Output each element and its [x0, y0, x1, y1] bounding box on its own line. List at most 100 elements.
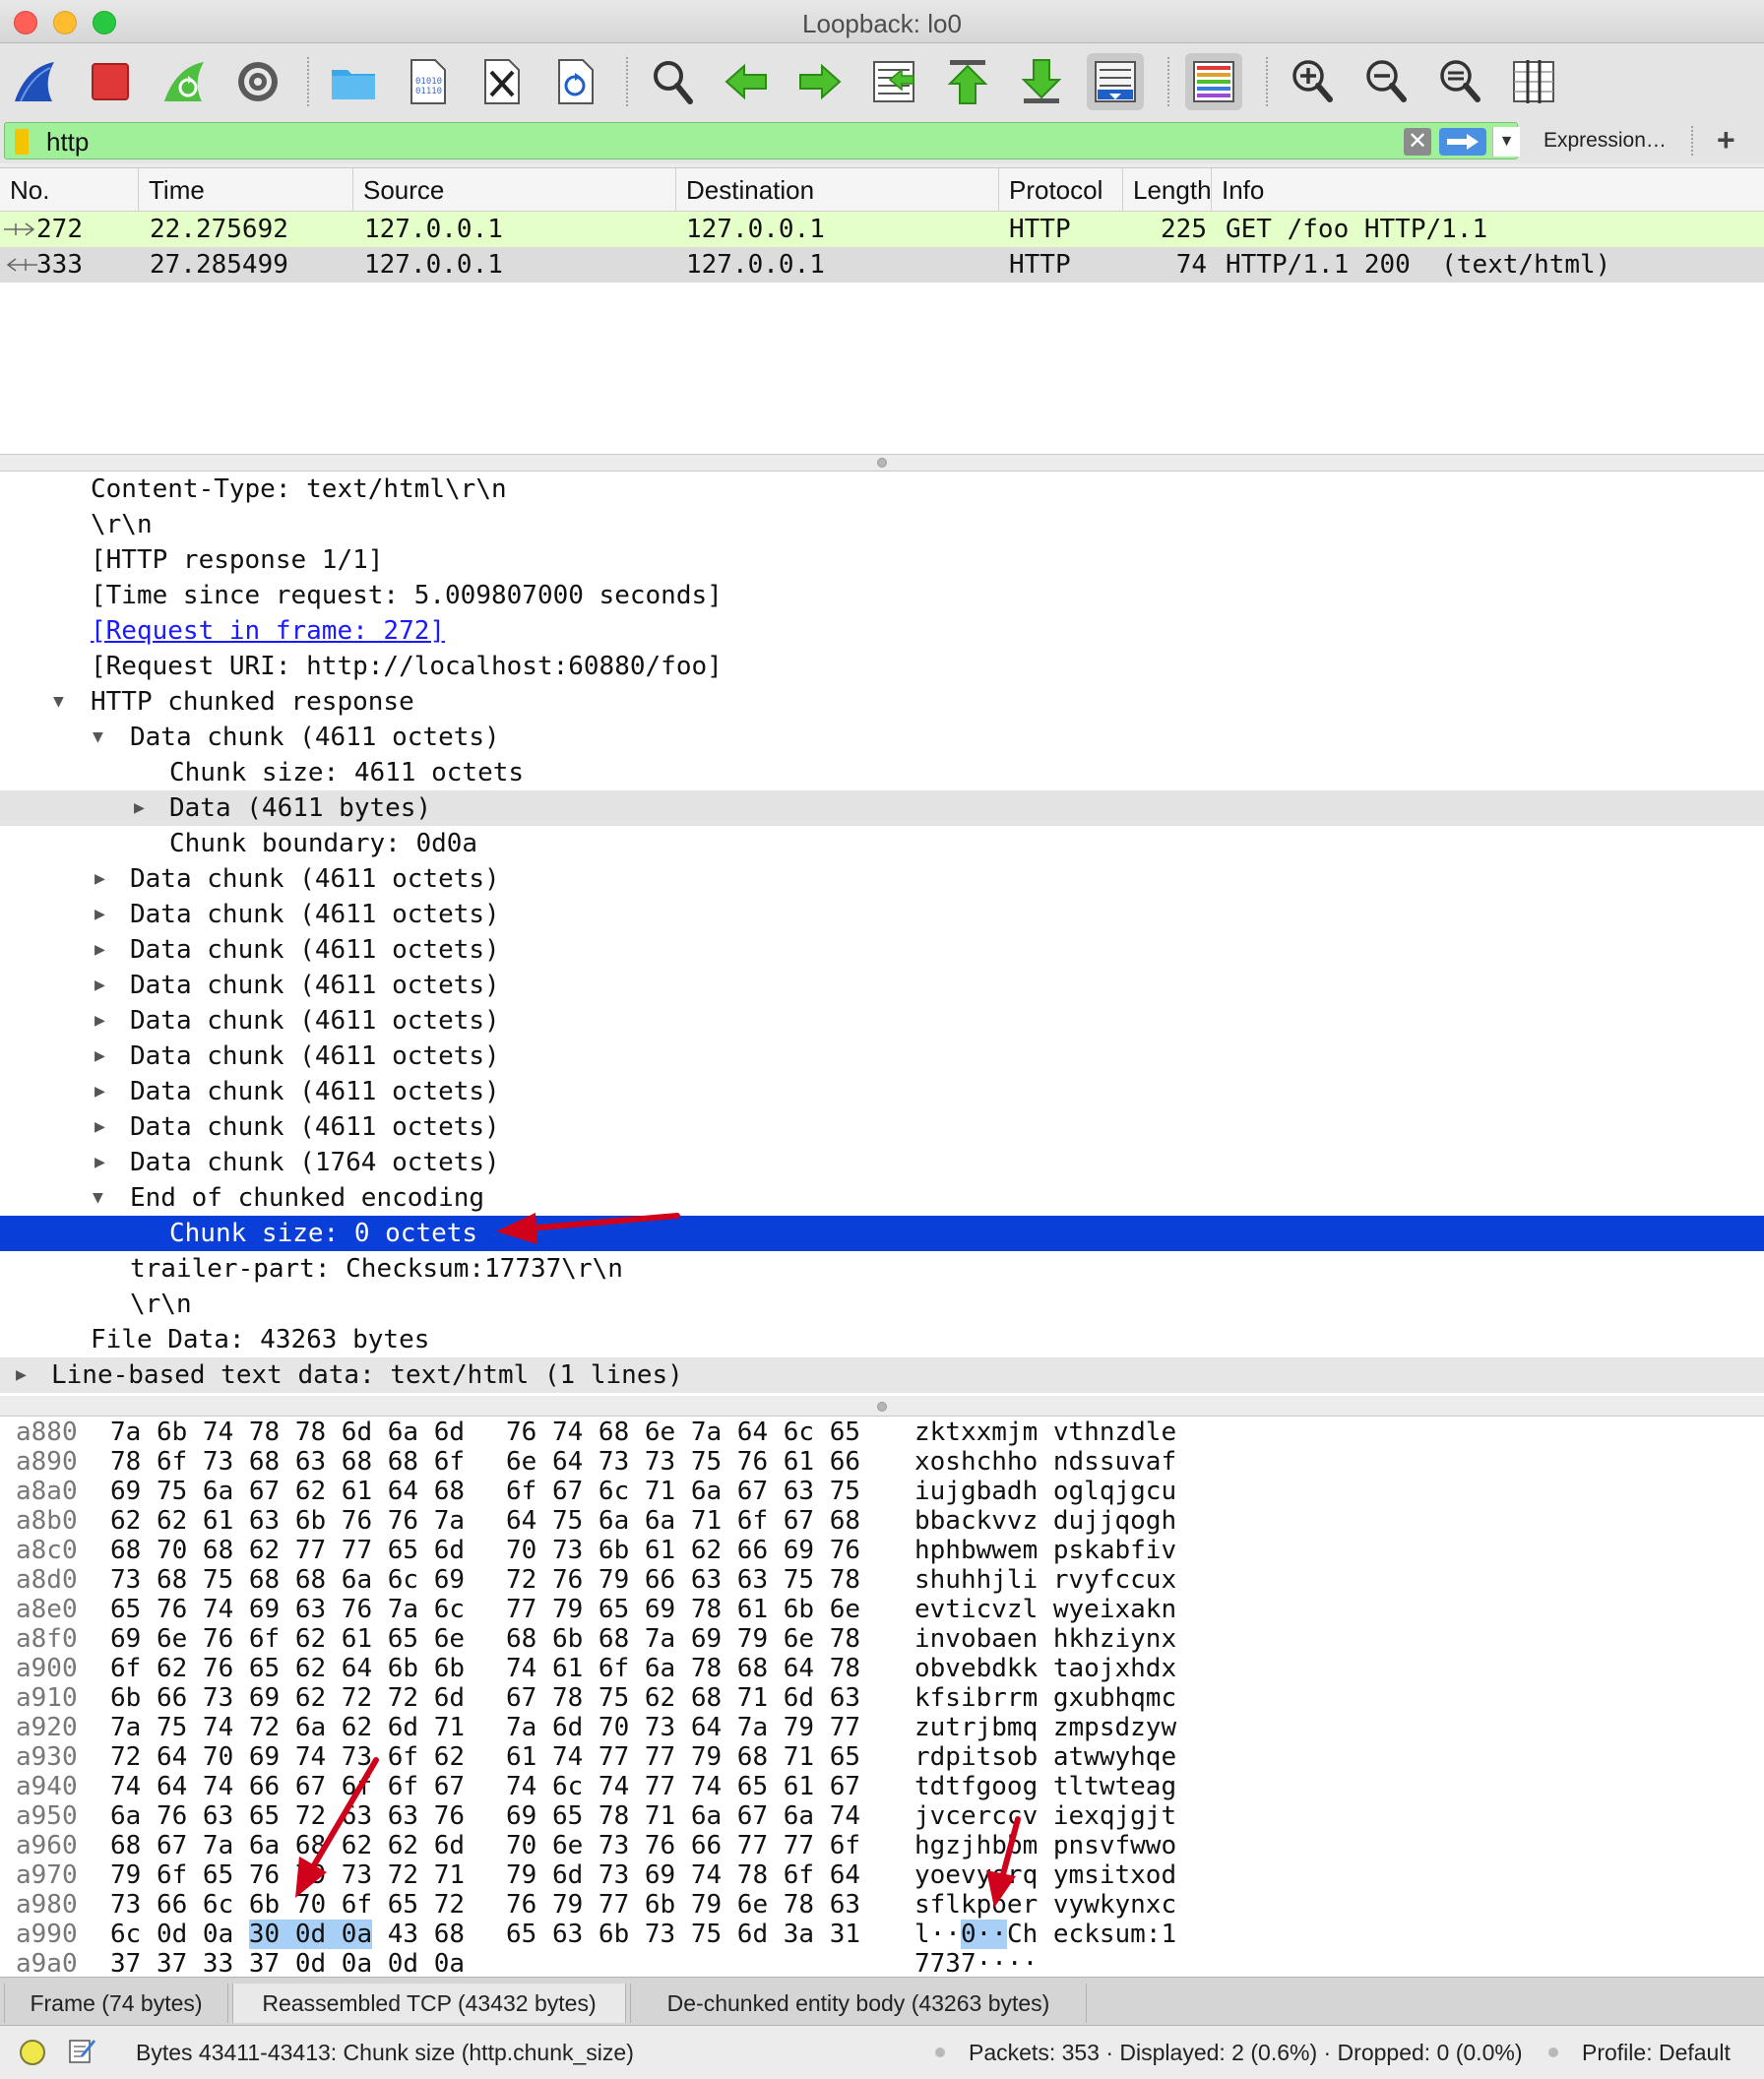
tree-item-data-chunk[interactable]: ▶ Data chunk (4611 octets) — [0, 1074, 1764, 1109]
tree-item[interactable]: [Time since request: 5.009807000 seconds… — [0, 578, 1764, 613]
display-filter-text[interactable]: http — [46, 127, 89, 158]
zoom-in-icon[interactable] — [1284, 53, 1341, 110]
column-header-length[interactable]: Length — [1123, 168, 1212, 212]
collapsed-arrow-icon[interactable]: ▶ — [134, 790, 145, 826]
clear-filter-icon[interactable]: ✕ — [1404, 128, 1431, 156]
zoom-out-icon[interactable] — [1357, 53, 1415, 110]
tab-frame[interactable]: Frame (74 bytes) — [4, 1984, 228, 2023]
hex-row[interactable]: a980 73 66 6c 6b 70 6f 65 72 76 79 77 6b 7… — [0, 1890, 1764, 1920]
collapsed-arrow-icon[interactable]: ▶ — [94, 932, 105, 968]
tree-item[interactable]: \r\n — [0, 1287, 1764, 1322]
collapsed-arrow-icon[interactable]: ▶ — [94, 1074, 105, 1109]
tab-dechunked-body[interactable]: De-chunked entity body (43263 bytes) — [630, 1984, 1087, 2023]
reload-file-icon[interactable] — [546, 53, 603, 110]
profile-status[interactable]: Profile: Default — [1582, 2040, 1731, 2066]
tree-item-selected-chunk-size[interactable]: Chunk size: 0 octets — [0, 1216, 1764, 1251]
tree-item[interactable]: [Request URI: http://localhost:60880/foo… — [0, 649, 1764, 684]
capture-options-icon[interactable] — [229, 53, 286, 110]
colorize-icon[interactable] — [1185, 53, 1242, 110]
selected-hex-bytes[interactable]: 30 0d 0a — [248, 1920, 373, 1949]
tree-item-data-chunk[interactable]: ▶ Data chunk (4611 octets) — [0, 897, 1764, 932]
expression-button[interactable]: Expression… — [1544, 129, 1667, 153]
collapsed-arrow-icon[interactable]: ▶ — [94, 1109, 105, 1145]
zoom-reset-icon[interactable] — [1431, 53, 1488, 110]
tree-item[interactable]: [HTTP response 1/1] — [0, 542, 1764, 578]
hex-row[interactable]: a9a0 37 37 33 37 0d 0a 0d 0a 7737···· — [0, 1949, 1764, 1977]
column-header-time[interactable]: Time — [139, 168, 353, 212]
pane-splitter-handle[interactable] — [877, 1402, 887, 1412]
auto-scroll-icon[interactable] — [1087, 53, 1144, 110]
expanded-arrow-icon[interactable]: ▼ — [53, 684, 64, 720]
hex-row[interactable]: a970 79 6f 65 76 79 73 72 71 79 6d 73 69 7… — [0, 1860, 1764, 1890]
tree-item[interactable]: Content-Type: text/html\r\n — [0, 472, 1764, 507]
expert-info-led-icon[interactable] — [20, 2040, 45, 2065]
tab-reassembled-tcp[interactable]: Reassembled TCP (43432 bytes) — [232, 1984, 626, 2023]
hex-row[interactable]: a8b0 62 62 61 63 6b 76 76 7a 64 75 6a 6a 7… — [0, 1506, 1764, 1536]
go-to-packet-icon[interactable] — [865, 53, 922, 110]
tree-item[interactable]: \r\n — [0, 507, 1764, 542]
tree-item-data-chunk[interactable]: ▶ Data chunk (4611 octets) — [0, 861, 1764, 897]
go-last-icon[interactable] — [1013, 53, 1070, 110]
go-first-icon[interactable] — [939, 53, 996, 110]
collapsed-arrow-icon[interactable]: ▶ — [94, 897, 105, 932]
hex-row[interactable]: a940 74 64 74 66 67 6f 6f 67 74 6c 74 77 7… — [0, 1772, 1764, 1801]
display-filter-input[interactable]: http ✕ ▼ — [4, 122, 1520, 159]
hex-row[interactable]: a8d0 73 68 75 68 68 6a 6c 69 72 76 79 66 6… — [0, 1565, 1764, 1595]
hex-row[interactable]: a8f0 69 6e 76 6f 62 61 65 6e 68 6b 68 7a 6… — [0, 1624, 1764, 1654]
hex-row[interactable]: a8a0 69 75 6a 67 62 61 64 68 6f 67 6c 71 6… — [0, 1477, 1764, 1506]
selected-ascii-bytes[interactable]: 0·· — [960, 1920, 1007, 1949]
resize-columns-icon[interactable] — [1505, 53, 1562, 110]
collapsed-arrow-icon[interactable]: ▶ — [16, 1357, 27, 1393]
go-back-icon[interactable] — [718, 53, 775, 110]
hex-row[interactable]: a910 6b 66 73 69 62 72 72 6d 67 78 75 62 6… — [0, 1683, 1764, 1713]
column-header-info[interactable]: Info — [1212, 168, 1764, 212]
hex-row[interactable]: a8e0 65 76 74 69 63 76 7a 6c 77 79 65 69 7… — [0, 1595, 1764, 1624]
collapsed-arrow-icon[interactable]: ▶ — [94, 1003, 105, 1039]
hex-row[interactable]: a930 72 64 70 69 74 73 6f 62 61 74 77 77 7… — [0, 1742, 1764, 1772]
collapsed-arrow-icon[interactable]: ▶ — [94, 861, 105, 897]
save-file-icon[interactable]: 01010 01110 — [399, 53, 456, 110]
go-forward-icon[interactable] — [791, 53, 849, 110]
expanded-arrow-icon[interactable]: ▼ — [93, 720, 103, 755]
collapsed-arrow-icon[interactable]: ▶ — [94, 1145, 105, 1180]
request-in-frame-link[interactable]: [Request in frame: 272] — [0, 613, 1764, 649]
column-header-no[interactable]: No. — [0, 168, 139, 212]
column-header-protocol[interactable]: Protocol — [999, 168, 1123, 212]
packet-row[interactable]: 333 27.285499 127.0.0.1 127.0.0.1 HTTP 7… — [0, 247, 1764, 283]
column-header-source[interactable]: Source — [353, 168, 676, 212]
close-file-icon[interactable] — [472, 53, 530, 110]
collapsed-arrow-icon[interactable]: ▶ — [94, 968, 105, 1003]
tree-item-data-chunk[interactable]: ▶ Data chunk (4611 octets) — [0, 932, 1764, 968]
tree-item[interactable]: trailer-part: Checksum:17737\r\n — [0, 1251, 1764, 1287]
bookmark-icon[interactable] — [15, 129, 29, 155]
filter-history-dropdown-icon[interactable]: ▼ — [1492, 127, 1520, 157]
tree-item[interactable]: Chunk size: 4611 octets — [0, 755, 1764, 790]
hex-row[interactable]: a960 68 67 7a 6a 68 62 62 6d 70 6e 73 76 6… — [0, 1831, 1764, 1860]
collapsed-arrow-icon[interactable]: ▶ — [94, 1039, 105, 1074]
open-file-icon[interactable] — [325, 53, 382, 110]
hex-row[interactable]: a950 6a 76 63 65 72 63 63 76 69 65 78 71 6… — [0, 1801, 1764, 1831]
tree-item-data[interactable]: ▶ Data (4611 bytes) — [0, 790, 1764, 826]
shark-fin-start-icon[interactable] — [8, 53, 65, 110]
expanded-arrow-icon[interactable]: ▼ — [93, 1180, 103, 1216]
apply-filter-icon[interactable] — [1439, 128, 1486, 156]
pane-splitter-handle[interactable] — [877, 458, 887, 468]
tree-item-data-chunk[interactable]: ▶ Data chunk (4611 octets) — [0, 1109, 1764, 1145]
tree-item-data-chunk[interactable]: ▼ Data chunk (4611 octets) — [0, 720, 1764, 755]
hex-row[interactable]: a920 7a 75 74 72 6a 62 6d 71 7a 6d 70 73 6… — [0, 1713, 1764, 1742]
tree-item-data-chunk[interactable]: ▶ Data chunk (4611 octets) — [0, 968, 1764, 1003]
hex-row[interactable]: a8c0 68 70 68 62 77 77 65 6d 70 73 6b 61 6… — [0, 1536, 1764, 1565]
tree-item-end-of-chunked[interactable]: ▼ End of chunked encoding — [0, 1180, 1764, 1216]
tree-item-data-chunk[interactable]: ▶ Data chunk (4611 octets) — [0, 1039, 1764, 1074]
find-packet-icon[interactable] — [644, 53, 701, 110]
stop-capture-icon[interactable] — [82, 53, 139, 110]
hex-row[interactable]: a900 6f 62 76 65 62 64 6b 6b 74 61 6f 6a 7… — [0, 1654, 1764, 1683]
tree-item-line-based-text[interactable]: ▶ Line-based text data: text/html (1 line… — [0, 1357, 1764, 1393]
packet-row[interactable]: 272 22.275692 127.0.0.1 127.0.0.1 HTTP 2… — [0, 212, 1764, 247]
capture-comment-icon[interactable] — [67, 2036, 96, 2065]
add-filter-button-icon[interactable]: + — [1717, 122, 1735, 158]
hex-row[interactable]: a880 7a 6b 74 78 78 6d 6a 6d 76 74 68 6e 7… — [0, 1418, 1764, 1447]
hex-row[interactable]: a890 78 6f 73 68 63 68 68 6f 6e 64 73 73 7… — [0, 1447, 1764, 1477]
tree-item-data-chunk[interactable]: ▶ Data chunk (4611 octets) — [0, 1003, 1764, 1039]
tree-item-chunked-response[interactable]: ▼ HTTP chunked response — [0, 684, 1764, 720]
